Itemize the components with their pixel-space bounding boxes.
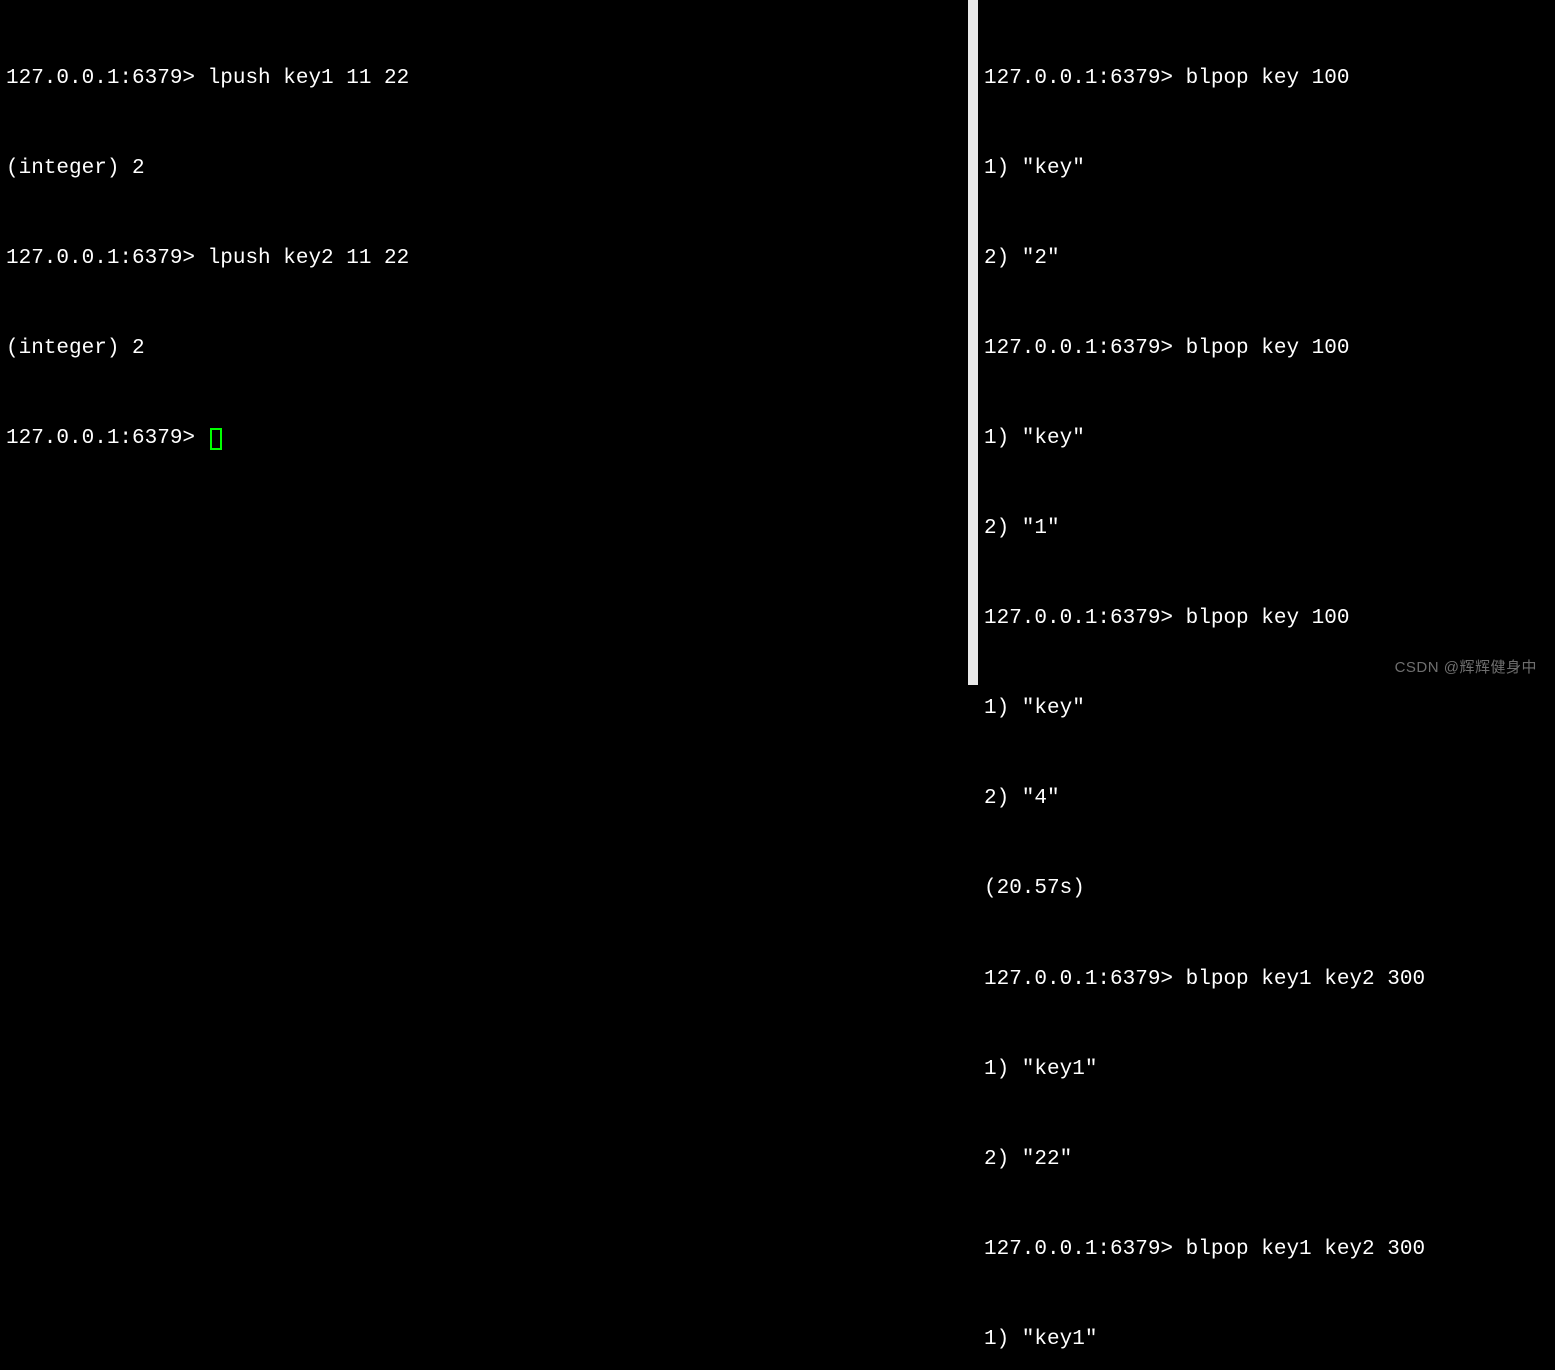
terminal-line: 2) "2" bbox=[984, 244, 1549, 274]
terminal-line: 1) "key" bbox=[984, 154, 1549, 184]
terminal-line: 127.0.0.1:6379> blpop key1 key2 300 bbox=[984, 1235, 1549, 1265]
terminal-line: 2) "4" bbox=[984, 784, 1549, 814]
terminal-line: 2) "22" bbox=[984, 1145, 1549, 1175]
terminal-line: 2) "1" bbox=[984, 514, 1549, 544]
terminal-line: 127.0.0.1:6379> blpop key 100 bbox=[984, 334, 1549, 364]
terminal-pane-left[interactable]: 127.0.0.1:6379> lpush key1 11 22 (intege… bbox=[0, 0, 978, 685]
terminal-line: 1) "key1" bbox=[984, 1325, 1549, 1355]
terminal-line: 1) "key1" bbox=[984, 1055, 1549, 1085]
terminal-line: 1) "key" bbox=[984, 424, 1549, 454]
terminal-line: 127.0.0.1:6379> blpop key1 key2 300 bbox=[984, 965, 1549, 995]
terminal-line: 127.0.0.1:6379> blpop key 100 bbox=[984, 604, 1549, 634]
terminal-pane-right[interactable]: 127.0.0.1:6379> blpop key 100 1) "key" 2… bbox=[978, 0, 1555, 685]
terminal-line: 127.0.0.1:6379> lpush key2 11 22 bbox=[6, 244, 962, 274]
cursor-icon bbox=[210, 428, 222, 450]
terminal-line: 127.0.0.1:6379> lpush key1 11 22 bbox=[6, 64, 962, 94]
terminal-line: (integer) 2 bbox=[6, 334, 962, 364]
terminal-line: (integer) 2 bbox=[6, 154, 962, 184]
terminal-line: (20.57s) bbox=[984, 874, 1549, 904]
terminal-line: 1) "key" bbox=[984, 694, 1549, 724]
terminal-prompt-line[interactable]: 127.0.0.1:6379> bbox=[6, 424, 962, 454]
watermark-text: CSDN @辉辉健身中 bbox=[1395, 656, 1537, 677]
terminal-line: 127.0.0.1:6379> blpop key 100 bbox=[984, 64, 1549, 94]
terminal-prompt: 127.0.0.1:6379> bbox=[6, 427, 208, 450]
